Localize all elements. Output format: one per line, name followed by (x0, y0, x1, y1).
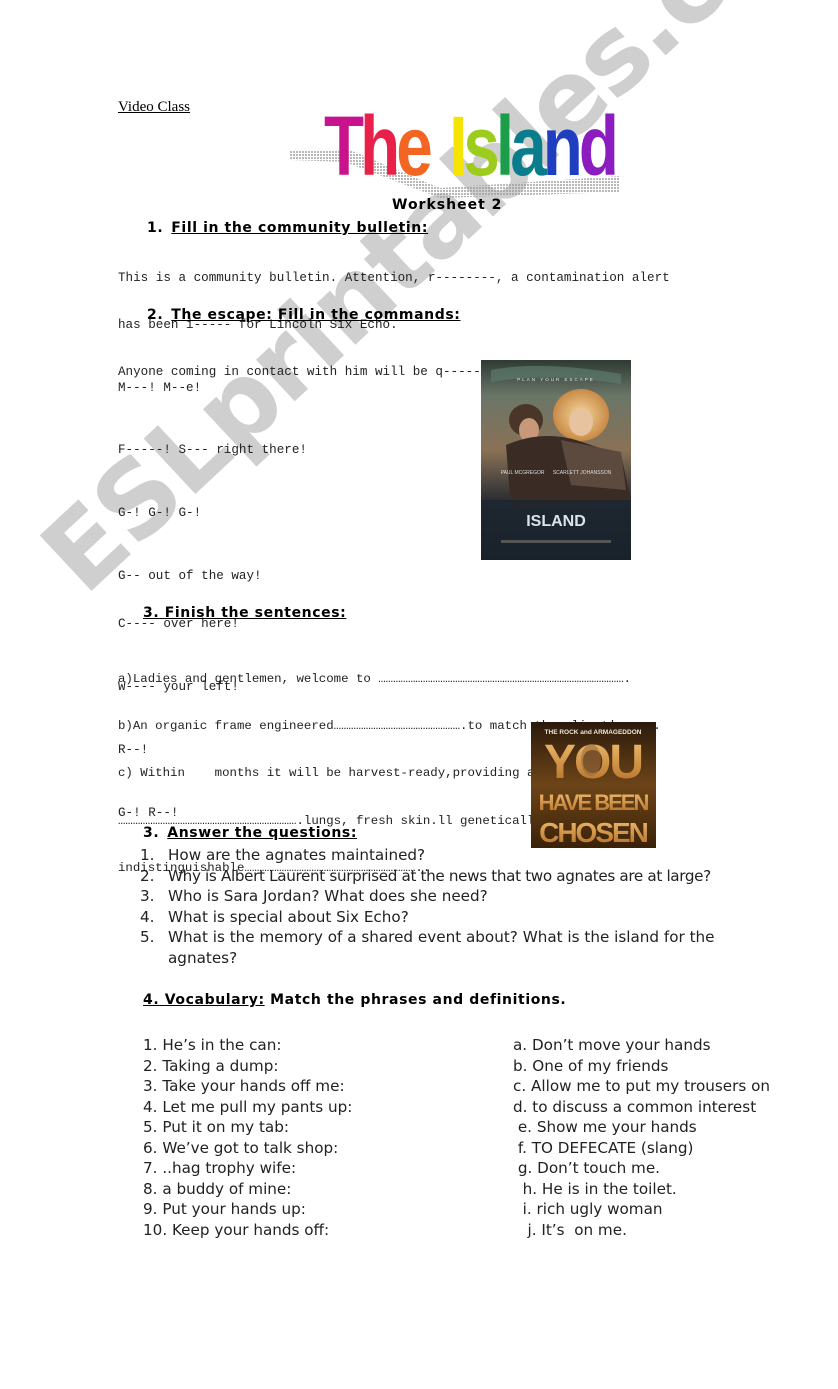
movie-poster-you-have-been-chosen: THE ROCK and ARMAGEDDON YOU HAVE BEEN CH… (531, 722, 656, 848)
section-title: The escape: Fill in the commands: (171, 307, 461, 323)
poster-line: HAVE BEEN (539, 790, 649, 815)
section-number: 3. (143, 825, 160, 841)
phrase-item: 5. Put it on my tab: (143, 1118, 289, 1136)
section-number: 2. (147, 307, 164, 323)
poster-tagline: PLAN YOUR ESCAPE (517, 377, 594, 382)
movie-poster-the-island: PAUL MCGREGOR SCARLETT JOHANSSON ISLAND … (481, 360, 631, 560)
question-item: 2. Why is Albert Laurent surprised at the… (140, 866, 808, 887)
question-text: What is the memory of a shared event abo… (168, 928, 715, 967)
question-number: 1. (140, 846, 155, 864)
definition-item: e. Show me your hands (513, 1118, 697, 1136)
title-letter: s (463, 99, 499, 193)
title-letter: a (510, 99, 546, 193)
title-letter: h (360, 99, 400, 193)
definition-item: d. to discuss a common interest (513, 1097, 757, 1116)
definition-item: i. rich ugly woman (513, 1200, 663, 1218)
question-number: 3. (140, 887, 155, 906)
phrase-item: 4. Let me pull my pants up: (143, 1097, 353, 1116)
phrase-item: 7. ..hag trophy wife: (143, 1159, 297, 1177)
command-line: G-- out of the way! (118, 569, 262, 584)
section-title: Vocabulary: (164, 992, 265, 1008)
poster-line: CHOSEN (539, 817, 648, 848)
definitions-list: a. Don’t move your hands b. One of my fr… (513, 1035, 770, 1240)
definition-item: j. It’s on me. (513, 1220, 627, 1239)
question-item: 4. What is special about Six Echo? (140, 907, 808, 928)
poster-title: ISLAND (526, 513, 586, 530)
section-title: Finish the sentences: (164, 605, 347, 621)
class-label: Video Class (118, 99, 191, 115)
definition-item: a. Don’t move your hands (513, 1036, 711, 1054)
command-line: F-----! S--- right there! (118, 443, 307, 458)
question-number: 2. (140, 866, 155, 885)
svg-text:PAUL MCGREGOR SCARLETT JO: PAUL MCGREGOR SCARLETT JOHANSSON (501, 470, 612, 476)
phrase-item: 10. Keep your hands off: (143, 1220, 330, 1239)
question-text: How are the agnates maintained? (168, 846, 426, 864)
question-text: Why is Albert Laurent surprised at the n… (168, 866, 711, 885)
section-2-heading: 2. The escape: Fill in the commands: (147, 307, 460, 323)
definition-item: f. TO DEFECATE (slang) (513, 1138, 694, 1157)
poster-image: PAUL MCGREGOR SCARLETT JOHANSSON ISLAND … (481, 360, 631, 560)
section-title: Answer the questions: (167, 825, 358, 841)
question-item: 5. What is the memory of a shared event a… (140, 927, 808, 968)
question-text: Who is Sara Jordan? What does she need? (168, 887, 488, 906)
question-text: What is special about Six Echo? (168, 907, 409, 926)
title-letter: e (396, 99, 432, 193)
command-line: G-! G-! G-! (118, 505, 202, 520)
section-questions-heading: 3. Answer the questions: (143, 825, 357, 841)
question-item: 3. Who is Sara Jordan? What does she need… (140, 886, 808, 907)
title-letter: l (495, 99, 514, 193)
phrase-item: 2. Taking a dump: (143, 1056, 279, 1075)
poster-image: THE ROCK and ARMAGEDDON YOU HAVE BEEN CH… (531, 722, 656, 848)
phrases-list: 1. He’s in the can: 2. Taking a dump: 3.… (143, 1035, 352, 1240)
section-1-heading: 1. Fill in the community bulletin: (147, 220, 428, 236)
definition-item: b. One of my friends (513, 1056, 669, 1075)
question-number: 5. (140, 928, 155, 947)
definition-item: c. Allow me to put my trousers on (513, 1077, 771, 1095)
title-letter: n (542, 99, 583, 193)
phrase-item: 8. a buddy of mine: (143, 1179, 292, 1198)
title-letter: I (449, 99, 467, 193)
bulletin-line: This is a community bulletin. Attention,… (118, 270, 670, 285)
question-item: 1. How are the agnates maintained? (140, 845, 808, 866)
command-line: M---! M--e! (118, 380, 202, 395)
title-letter: d (578, 99, 619, 193)
section-4-heading: 4. Vocabulary: Match the phrases and def… (143, 992, 566, 1008)
definition-item: g. Don’t touch me. (513, 1159, 660, 1177)
phrase-item: 3. Take your hands off me: (143, 1077, 345, 1095)
section-number: 1. (147, 220, 164, 236)
title-letter: T (324, 99, 364, 193)
questions-list: 1. How are the agnates maintained? 2. Why … (140, 845, 808, 969)
phrase-item: 1. He’s in the can: (143, 1036, 282, 1054)
phrase-item: 9. Put your hands up: (143, 1200, 306, 1218)
section-title: Fill in the community bulletin: (171, 220, 429, 236)
question-number: 4. (140, 907, 155, 926)
phrase-item: 6. We’ve got to talk shop: (143, 1138, 339, 1157)
worksheet-subtitle: Worksheet 2 (392, 197, 503, 213)
title-logo: The Island (290, 104, 620, 200)
section-title-rest: Match the phrases and definitions. (264, 992, 567, 1008)
sentence-line: a)Ladies and gentlemen, welcome to ……………… (118, 671, 632, 686)
section-3-heading: 3. Finish the sentences: (143, 605, 346, 621)
title-text: The Island (324, 99, 619, 193)
definition-item: h. He is in the toilet. (513, 1179, 677, 1198)
poster-credit: THE ROCK and ARMAGEDDON (545, 729, 642, 736)
section-number: 3. (143, 605, 160, 621)
section-number: 4. (143, 992, 160, 1008)
